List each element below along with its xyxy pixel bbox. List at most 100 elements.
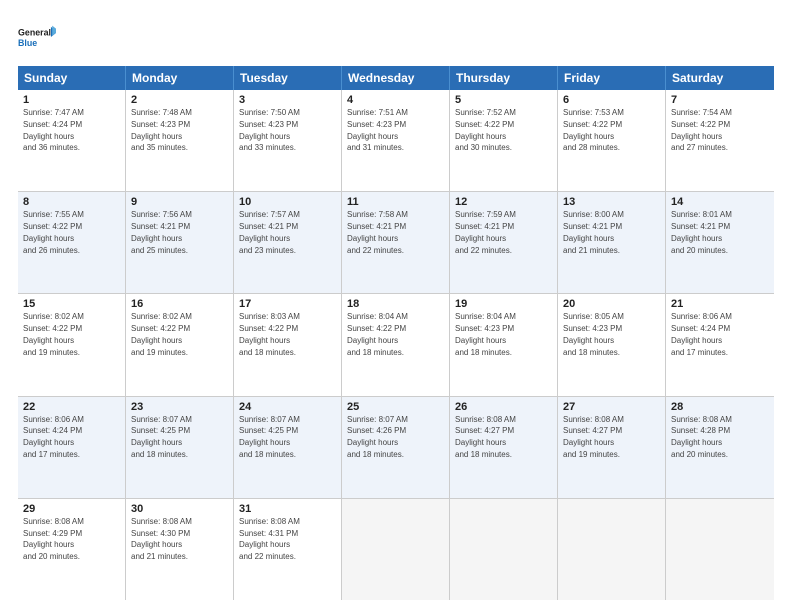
day-info: Sunrise: 8:03 AMSunset: 4:22 PMDaylight … — [239, 312, 300, 356]
day-info: Sunrise: 7:54 AMSunset: 4:22 PMDaylight … — [671, 108, 732, 152]
day-number: 2 — [131, 94, 228, 106]
day-cell-5: 5 Sunrise: 7:52 AMSunset: 4:22 PMDayligh… — [450, 90, 558, 191]
header-day-friday: Friday — [558, 66, 666, 90]
day-cell-11: 11 Sunrise: 7:58 AMSunset: 4:21 PMDaylig… — [342, 192, 450, 293]
header: General Blue — [18, 18, 774, 56]
day-cell-24: 24 Sunrise: 8:07 AMSunset: 4:25 PMDaylig… — [234, 397, 342, 498]
day-info: Sunrise: 7:59 AMSunset: 4:21 PMDaylight … — [455, 210, 516, 254]
day-cell-26: 26 Sunrise: 8:08 AMSunset: 4:27 PMDaylig… — [450, 397, 558, 498]
day-info: Sunrise: 8:04 AMSunset: 4:23 PMDaylight … — [455, 312, 516, 356]
svg-text:Blue: Blue — [18, 38, 37, 48]
day-number: 19 — [455, 298, 552, 310]
day-cell-29: 29 Sunrise: 8:08 AMSunset: 4:29 PMDaylig… — [18, 499, 126, 600]
header-day-thursday: Thursday — [450, 66, 558, 90]
day-number: 31 — [239, 503, 336, 515]
day-number: 5 — [455, 94, 552, 106]
day-info: Sunrise: 8:08 AMSunset: 4:30 PMDaylight … — [131, 517, 192, 561]
day-cell-10: 10 Sunrise: 7:57 AMSunset: 4:21 PMDaylig… — [234, 192, 342, 293]
day-cell-31: 31 Sunrise: 8:08 AMSunset: 4:31 PMDaylig… — [234, 499, 342, 600]
day-number: 29 — [23, 503, 120, 515]
day-number: 10 — [239, 196, 336, 208]
day-number: 8 — [23, 196, 120, 208]
calendar-body: 1 Sunrise: 7:47 AMSunset: 4:24 PMDayligh… — [18, 90, 774, 600]
day-info: Sunrise: 8:08 AMSunset: 4:31 PMDaylight … — [239, 517, 300, 561]
day-number: 18 — [347, 298, 444, 310]
day-cell-12: 12 Sunrise: 7:59 AMSunset: 4:21 PMDaylig… — [450, 192, 558, 293]
day-cell-30: 30 Sunrise: 8:08 AMSunset: 4:30 PMDaylig… — [126, 499, 234, 600]
day-info: Sunrise: 7:56 AMSunset: 4:21 PMDaylight … — [131, 210, 192, 254]
page: General Blue SundayMondayTuesdayWednesda… — [0, 0, 792, 612]
header-day-saturday: Saturday — [666, 66, 774, 90]
day-info: Sunrise: 8:08 AMSunset: 4:29 PMDaylight … — [23, 517, 84, 561]
day-info: Sunrise: 8:02 AMSunset: 4:22 PMDaylight … — [23, 312, 84, 356]
day-number: 11 — [347, 196, 444, 208]
day-number: 12 — [455, 196, 552, 208]
header-day-tuesday: Tuesday — [234, 66, 342, 90]
header-day-wednesday: Wednesday — [342, 66, 450, 90]
week-row-3: 15 Sunrise: 8:02 AMSunset: 4:22 PMDaylig… — [18, 294, 774, 396]
day-cell-20: 20 Sunrise: 8:05 AMSunset: 4:23 PMDaylig… — [558, 294, 666, 395]
empty-cell — [666, 499, 774, 600]
day-number: 23 — [131, 401, 228, 413]
header-day-monday: Monday — [126, 66, 234, 90]
day-number: 22 — [23, 401, 120, 413]
day-number: 15 — [23, 298, 120, 310]
day-info: Sunrise: 8:06 AMSunset: 4:24 PMDaylight … — [23, 415, 84, 459]
empty-cell — [450, 499, 558, 600]
day-cell-1: 1 Sunrise: 7:47 AMSunset: 4:24 PMDayligh… — [18, 90, 126, 191]
day-number: 28 — [671, 401, 769, 413]
day-cell-7: 7 Sunrise: 7:54 AMSunset: 4:22 PMDayligh… — [666, 90, 774, 191]
day-cell-8: 8 Sunrise: 7:55 AMSunset: 4:22 PMDayligh… — [18, 192, 126, 293]
day-number: 16 — [131, 298, 228, 310]
week-row-1: 1 Sunrise: 7:47 AMSunset: 4:24 PMDayligh… — [18, 90, 774, 192]
day-number: 14 — [671, 196, 769, 208]
header-day-sunday: Sunday — [18, 66, 126, 90]
day-cell-25: 25 Sunrise: 8:07 AMSunset: 4:26 PMDaylig… — [342, 397, 450, 498]
day-info: Sunrise: 8:07 AMSunset: 4:25 PMDaylight … — [131, 415, 192, 459]
day-number: 24 — [239, 401, 336, 413]
day-number: 21 — [671, 298, 769, 310]
day-info: Sunrise: 8:01 AMSunset: 4:21 PMDaylight … — [671, 210, 732, 254]
day-cell-6: 6 Sunrise: 7:53 AMSunset: 4:22 PMDayligh… — [558, 90, 666, 191]
day-info: Sunrise: 8:06 AMSunset: 4:24 PMDaylight … — [671, 312, 732, 356]
day-info: Sunrise: 7:57 AMSunset: 4:21 PMDaylight … — [239, 210, 300, 254]
svg-text:General: General — [18, 28, 51, 38]
day-number: 17 — [239, 298, 336, 310]
day-info: Sunrise: 8:04 AMSunset: 4:22 PMDaylight … — [347, 312, 408, 356]
day-number: 7 — [671, 94, 769, 106]
empty-cell — [558, 499, 666, 600]
day-info: Sunrise: 7:53 AMSunset: 4:22 PMDaylight … — [563, 108, 624, 152]
day-info: Sunrise: 7:52 AMSunset: 4:22 PMDaylight … — [455, 108, 516, 152]
day-info: Sunrise: 8:05 AMSunset: 4:23 PMDaylight … — [563, 312, 624, 356]
day-cell-13: 13 Sunrise: 8:00 AMSunset: 4:21 PMDaylig… — [558, 192, 666, 293]
day-number: 25 — [347, 401, 444, 413]
day-cell-17: 17 Sunrise: 8:03 AMSunset: 4:22 PMDaylig… — [234, 294, 342, 395]
day-info: Sunrise: 7:58 AMSunset: 4:21 PMDaylight … — [347, 210, 408, 254]
day-cell-18: 18 Sunrise: 8:04 AMSunset: 4:22 PMDaylig… — [342, 294, 450, 395]
day-cell-19: 19 Sunrise: 8:04 AMSunset: 4:23 PMDaylig… — [450, 294, 558, 395]
day-info: Sunrise: 7:48 AMSunset: 4:23 PMDaylight … — [131, 108, 192, 152]
day-info: Sunrise: 7:55 AMSunset: 4:22 PMDaylight … — [23, 210, 84, 254]
day-number: 6 — [563, 94, 660, 106]
day-cell-28: 28 Sunrise: 8:08 AMSunset: 4:28 PMDaylig… — [666, 397, 774, 498]
day-cell-16: 16 Sunrise: 8:02 AMSunset: 4:22 PMDaylig… — [126, 294, 234, 395]
day-cell-4: 4 Sunrise: 7:51 AMSunset: 4:23 PMDayligh… — [342, 90, 450, 191]
day-cell-9: 9 Sunrise: 7:56 AMSunset: 4:21 PMDayligh… — [126, 192, 234, 293]
week-row-2: 8 Sunrise: 7:55 AMSunset: 4:22 PMDayligh… — [18, 192, 774, 294]
day-info: Sunrise: 8:07 AMSunset: 4:26 PMDaylight … — [347, 415, 408, 459]
day-number: 20 — [563, 298, 660, 310]
day-info: Sunrise: 7:50 AMSunset: 4:23 PMDaylight … — [239, 108, 300, 152]
day-cell-27: 27 Sunrise: 8:08 AMSunset: 4:27 PMDaylig… — [558, 397, 666, 498]
empty-cell — [342, 499, 450, 600]
day-cell-15: 15 Sunrise: 8:02 AMSunset: 4:22 PMDaylig… — [18, 294, 126, 395]
day-number: 4 — [347, 94, 444, 106]
day-cell-22: 22 Sunrise: 8:06 AMSunset: 4:24 PMDaylig… — [18, 397, 126, 498]
day-number: 27 — [563, 401, 660, 413]
day-info: Sunrise: 8:08 AMSunset: 4:27 PMDaylight … — [455, 415, 516, 459]
day-number: 1 — [23, 94, 120, 106]
day-info: Sunrise: 7:51 AMSunset: 4:23 PMDaylight … — [347, 108, 408, 152]
week-row-5: 29 Sunrise: 8:08 AMSunset: 4:29 PMDaylig… — [18, 499, 774, 600]
day-number: 9 — [131, 196, 228, 208]
calendar: SundayMondayTuesdayWednesdayThursdayFrid… — [18, 66, 774, 600]
day-info: Sunrise: 8:08 AMSunset: 4:28 PMDaylight … — [671, 415, 732, 459]
